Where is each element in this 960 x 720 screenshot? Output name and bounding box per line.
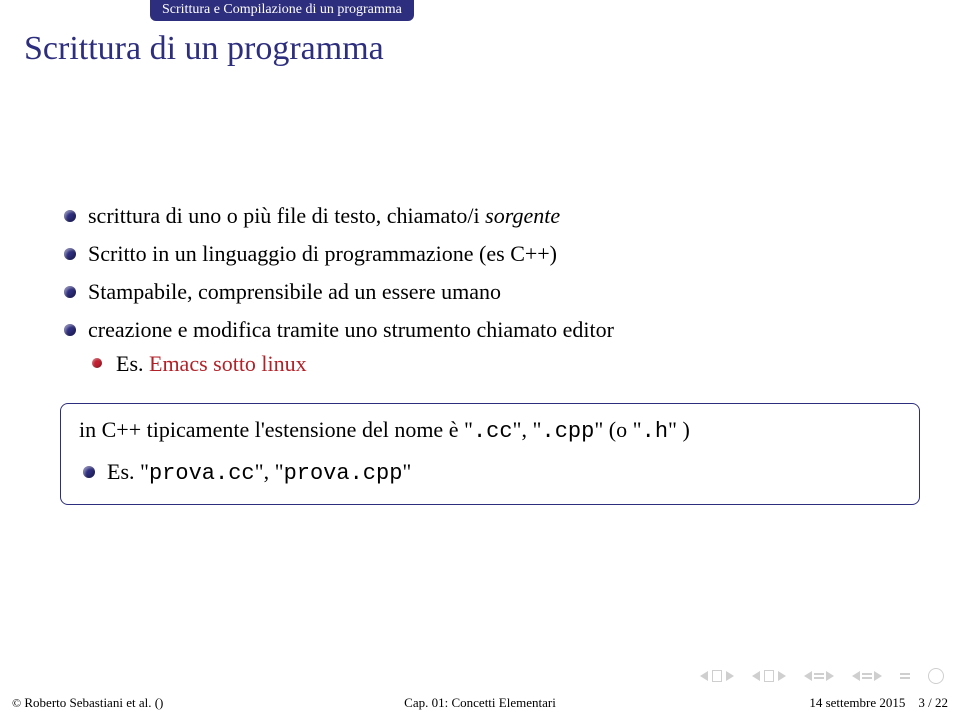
nav-prev-frame[interactable]	[804, 671, 834, 681]
document-icon	[712, 670, 722, 682]
triangle-right-icon	[778, 671, 786, 681]
triangle-left-icon	[752, 671, 760, 681]
slide-title: Scrittura di un programma	[24, 30, 384, 68]
bars-icon	[900, 671, 910, 681]
nav-prev-subsection[interactable]	[752, 670, 786, 682]
block-text: ", "	[255, 459, 284, 484]
slide-body: scrittura di uno o più file di testo, ch…	[60, 200, 920, 505]
triangle-left-icon	[804, 671, 812, 681]
main-bullets: scrittura di uno o più file di testo, ch…	[60, 200, 920, 379]
footer-date: 14 settembre 2015	[809, 695, 905, 710]
bullet-emphasis: sorgente	[485, 203, 560, 228]
triangle-right-icon	[874, 671, 882, 681]
bullet-text: Scritto in un linguaggio di programmazio…	[88, 241, 557, 266]
code-filename: prova.cc	[149, 461, 255, 486]
sub-bullet-pre: Es.	[116, 351, 149, 376]
triangle-right-icon	[826, 671, 834, 681]
block-text: "	[402, 459, 411, 484]
bars-icon	[814, 671, 824, 681]
block-list-item: Es. "prova.cc", "prova.cpp"	[79, 456, 901, 490]
bullet-item: Stampabile, comprensibile ad un essere u…	[60, 276, 920, 308]
footer-bar: © Roberto Sebastiani et al. () Cap. 01: …	[0, 686, 960, 720]
bullet-item: Scritto in un linguaggio di programmazio…	[60, 238, 920, 270]
beamer-nav	[700, 668, 944, 684]
refresh-icon[interactable]	[928, 668, 944, 684]
footer-left: © Roberto Sebastiani et al. ()	[12, 695, 163, 711]
code-ext-h: .h	[642, 419, 668, 444]
sub-bullet-item: Es. Emacs sotto linux	[88, 348, 920, 380]
block-text: Es. "	[107, 459, 149, 484]
triangle-right-icon	[726, 671, 734, 681]
block-list: Es. "prova.cc", "prova.cpp"	[79, 456, 901, 490]
nav-home[interactable]	[852, 671, 882, 681]
document-icon	[764, 670, 774, 682]
code-ext-cc: .cc	[473, 419, 513, 444]
footer-author: Roberto Sebastiani et al. ()	[21, 695, 163, 710]
block-line: in C++ tipicamente l'estensione del nome…	[79, 414, 901, 448]
bullet-item: creazione e modifica tramite uno strumen…	[60, 314, 920, 380]
bars-icon	[862, 671, 872, 681]
nav-back[interactable]	[900, 671, 910, 681]
block-text: in C++ tipicamente l'estensione del nome…	[79, 417, 473, 442]
triangle-left-icon	[700, 671, 708, 681]
bullet-item: scrittura di uno o più file di testo, ch…	[60, 200, 920, 232]
code-ext-cpp: .cpp	[542, 419, 595, 444]
code-filename: prova.cpp	[284, 461, 403, 486]
block-text: ", "	[513, 417, 542, 442]
sub-bullet-red: Emacs sotto linux	[149, 351, 307, 376]
block-text: " )	[668, 417, 690, 442]
footer-page: 3 / 22	[918, 695, 948, 710]
block-text: " (o "	[594, 417, 641, 442]
bullet-text: scrittura di uno o più file di testo, ch…	[88, 203, 485, 228]
copyright-symbol: ©	[12, 696, 21, 710]
info-block: in C++ tipicamente l'estensione del nome…	[60, 403, 920, 505]
bullet-text: creazione e modifica tramite uno strumen…	[88, 317, 614, 342]
footer-center: Cap. 01: Concetti Elementari	[404, 695, 556, 711]
bullet-text: Stampabile, comprensibile ad un essere u…	[88, 279, 501, 304]
section-header: Scrittura e Compilazione di un programma	[150, 0, 414, 21]
footer-right: 14 settembre 2015 3 / 22	[809, 695, 948, 711]
nav-prev-section[interactable]	[700, 670, 734, 682]
sub-bullets: Es. Emacs sotto linux	[88, 348, 920, 380]
triangle-left-icon	[852, 671, 860, 681]
